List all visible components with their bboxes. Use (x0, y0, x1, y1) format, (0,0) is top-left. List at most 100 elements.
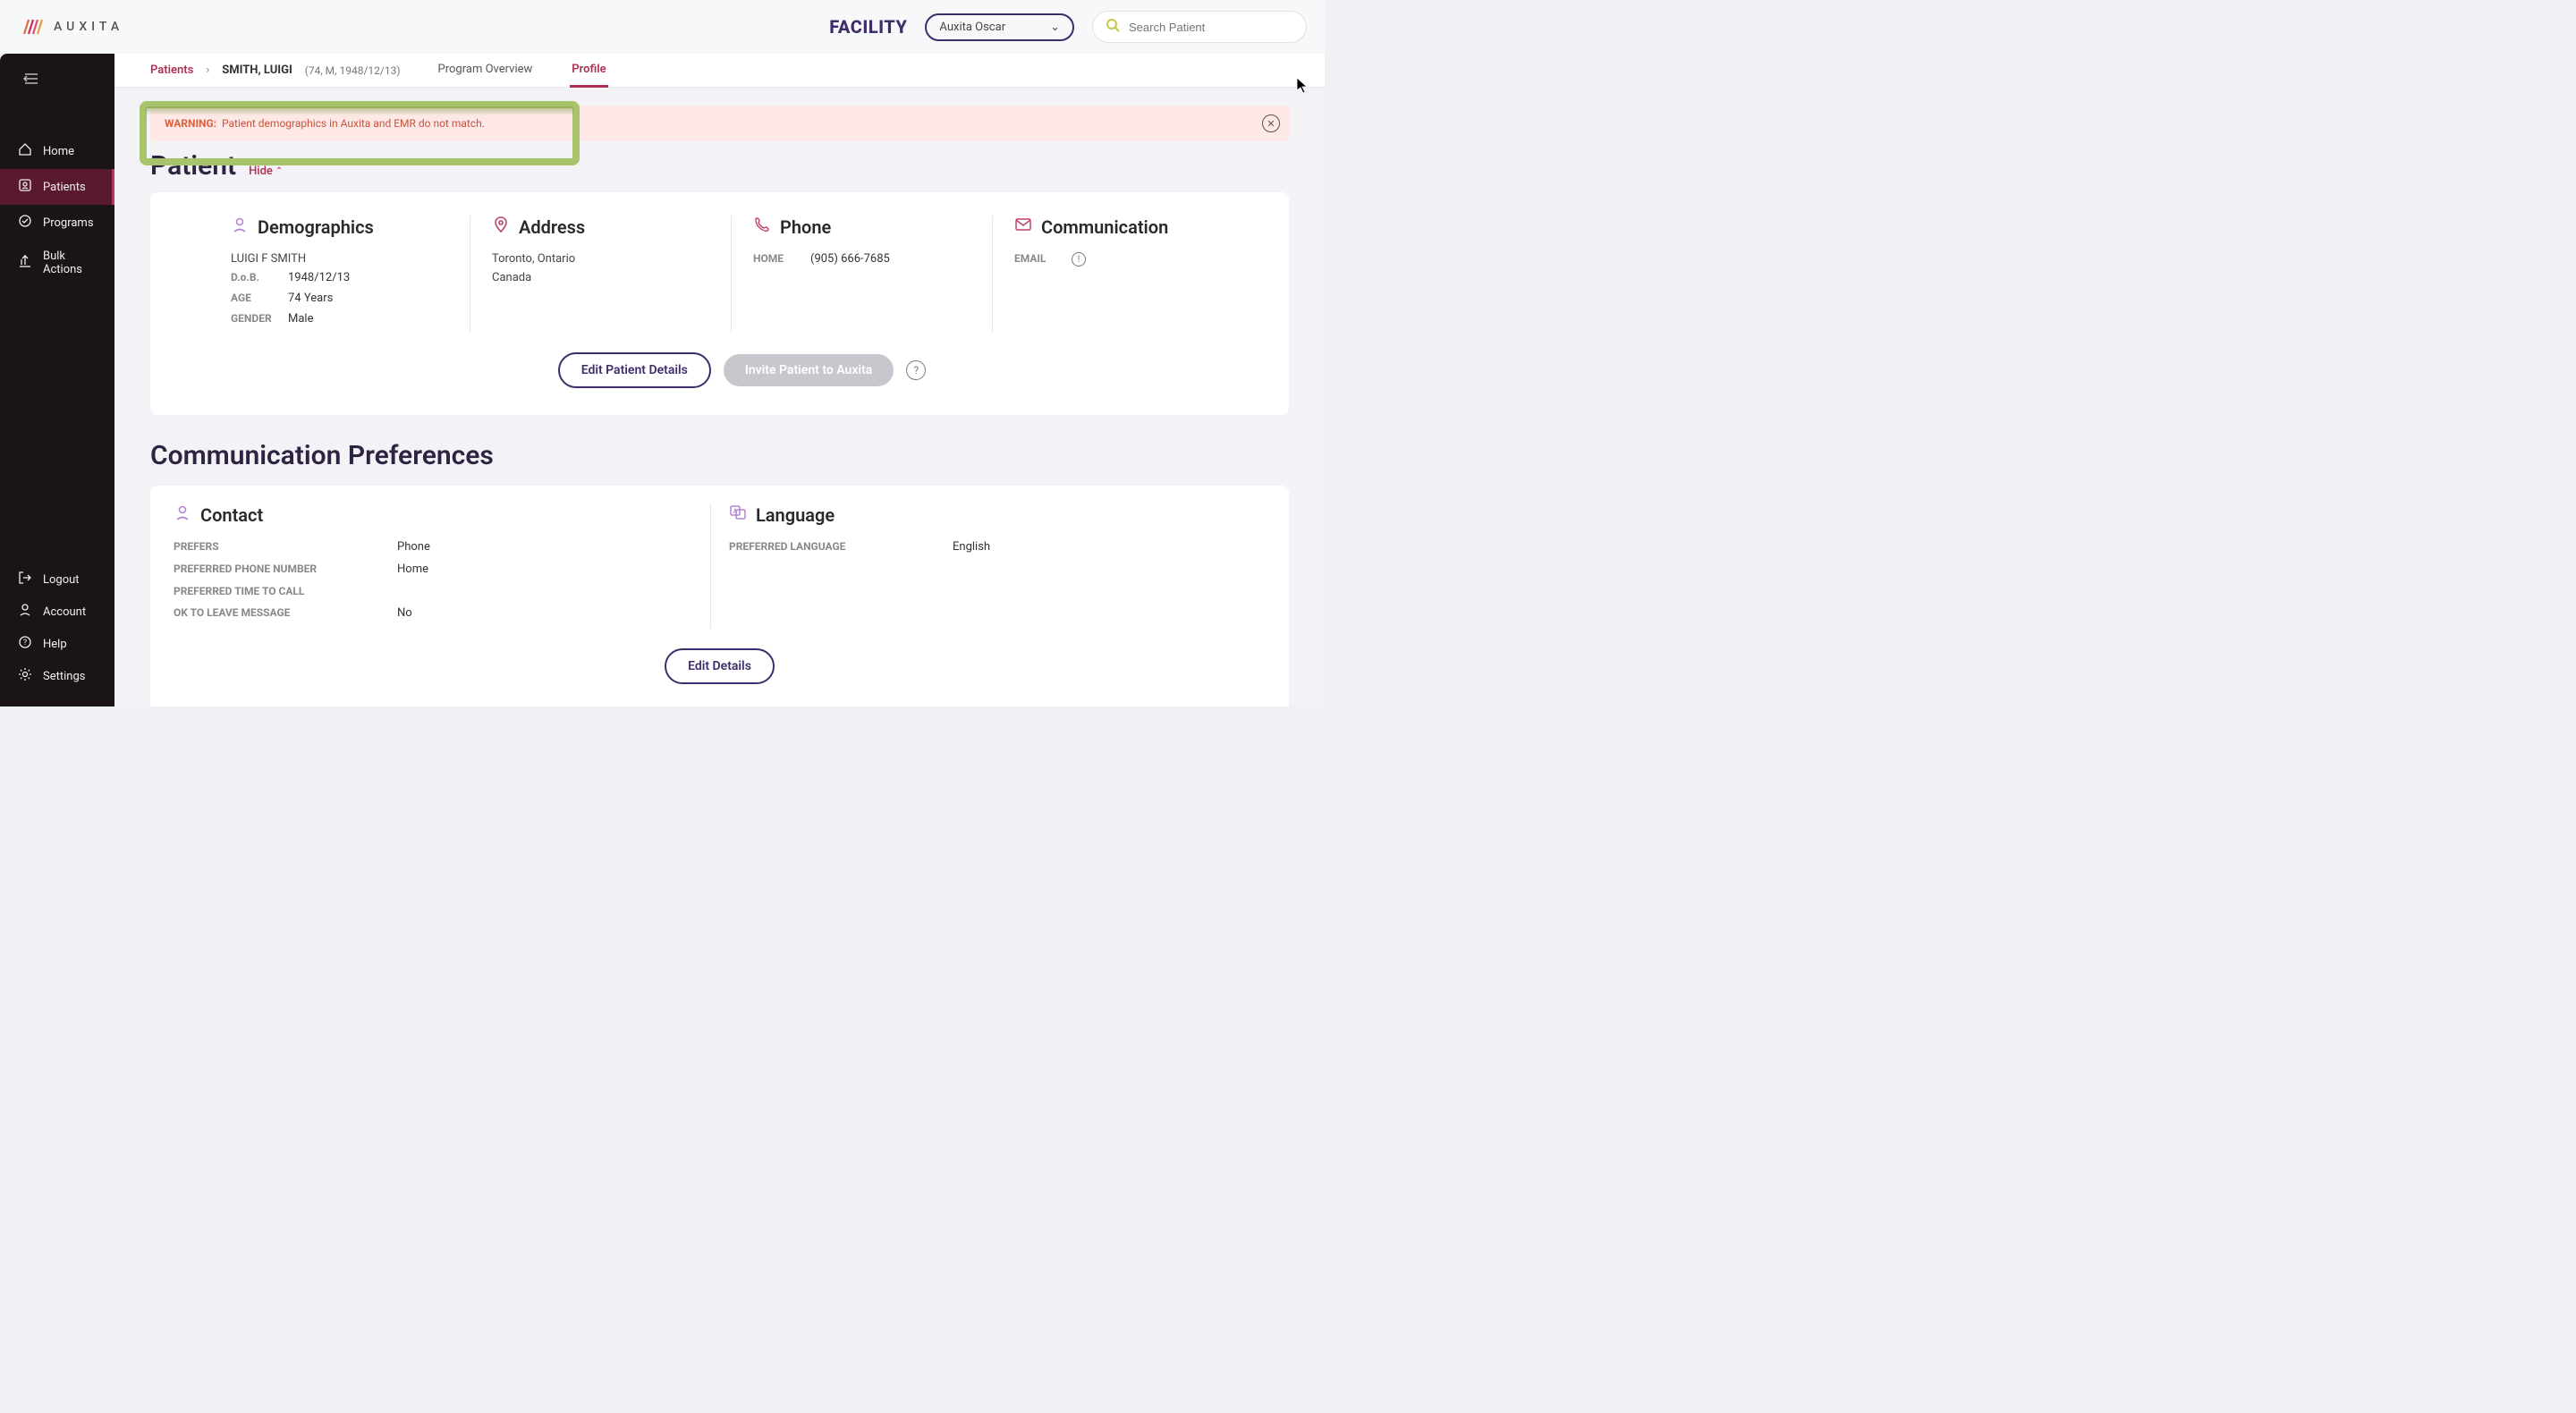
sidebar-item-label: Account (43, 605, 86, 619)
help-icon: ? (18, 635, 32, 653)
content-area: Patients › SMITH, LUIGI (74, M, 1948/12/… (114, 54, 1325, 706)
address-header: Address (492, 216, 709, 238)
sidebar-item-label: Home (43, 145, 74, 158)
person-icon (231, 216, 249, 238)
breadcrumb-patient-meta: (74, M, 1948/12/13) (305, 64, 401, 77)
person-icon (174, 503, 191, 526)
search-input[interactable] (1129, 21, 1293, 34)
mail-icon (1014, 216, 1032, 238)
comm-prefs-title: Communication Preferences (150, 440, 1289, 471)
sidebar-item-help[interactable]: ? Help (0, 628, 114, 660)
pref-lang-row: PREFERRED LANGUAGE English (729, 540, 1248, 554)
breadcrumb-patients-link[interactable]: Patients (150, 63, 193, 77)
svg-text:A: A (733, 508, 738, 515)
tabs: Program Overview Profile (436, 54, 608, 88)
logo-text: AUXITA (54, 20, 123, 34)
phone-column: Phone HOME (905) 666-7685 (732, 216, 993, 333)
alert-icon: ! (1072, 252, 1086, 267)
sidebar-item-label: Programs (43, 216, 94, 230)
tab-program-overview[interactable]: Program Overview (436, 54, 535, 88)
sidebar-item-programs[interactable]: Programs (0, 205, 114, 241)
location-icon (492, 216, 510, 238)
edit-comm-details-button[interactable]: Edit Details (665, 648, 775, 684)
sub-header: Patients › SMITH, LUIGI (74, M, 1948/12/… (114, 54, 1325, 88)
top-header: AUXITA FACILITY Auxita Oscar ⌄ (0, 0, 1325, 54)
patient-card: Demographics LUIGI F SMITH D.o.B. 1948/1… (150, 192, 1289, 415)
address-column: Address Toronto, Ontario Canada (470, 216, 732, 333)
alert-box: WARNING: Patient demographics in Auxita … (150, 106, 1289, 141)
sidebar-item-label: Logout (43, 573, 80, 587)
body-inner: WARNING: Patient demographics in Auxita … (114, 88, 1325, 706)
collapse-sidebar-button[interactable] (0, 54, 114, 106)
sidebar-nav: Home Patients Programs Bulk Actions (0, 133, 114, 285)
language-header: A Language (729, 503, 1248, 526)
logo-icon (21, 16, 47, 38)
alert-warning-label: WARNING: (165, 117, 216, 130)
phone-header: Phone (753, 216, 970, 238)
sidebar-item-logout[interactable]: Logout (0, 563, 114, 596)
communication-header: Communication (1014, 216, 1232, 238)
comm-button-row: Edit Details (174, 648, 1266, 684)
age-field: AGE 74 Years (231, 292, 448, 305)
tab-profile[interactable]: Profile (570, 54, 607, 88)
language-column: A Language PREFERRED LANGUAGE English (711, 503, 1266, 629)
patient-info-grid: Demographics LUIGI F SMITH D.o.B. 1948/1… (231, 216, 1253, 333)
header-right: FACILITY Auxita Oscar ⌄ (829, 11, 1307, 43)
sidebar-item-label: Bulk Actions (43, 250, 97, 276)
breadcrumb-patient-name: SMITH, LUIGI (222, 63, 292, 77)
sidebar-item-label: Patients (43, 181, 86, 194)
close-icon: ✕ (1267, 118, 1275, 130)
edit-patient-details-button[interactable]: Edit Patient Details (558, 352, 711, 388)
phone-icon (753, 216, 771, 238)
ok-msg-row: OK TO LEAVE MESSAGE No (174, 606, 692, 620)
facility-select[interactable]: Auxita Oscar ⌄ (925, 13, 1074, 41)
email-field: EMAIL ! (1014, 252, 1232, 267)
invite-patient-button: Invite Patient to Auxita (724, 354, 894, 386)
sidebar-item-label: Help (43, 638, 67, 651)
sidebar-item-label: Settings (43, 670, 85, 683)
patient-button-row: Edit Patient Details Invite Patient to A… (231, 352, 1253, 388)
language-icon: A (729, 503, 747, 526)
account-icon (18, 603, 32, 621)
logout-icon (18, 571, 32, 588)
communication-column: Communication EMAIL ! (993, 216, 1253, 333)
search-icon (1106, 18, 1120, 36)
gear-icon (18, 667, 32, 685)
svg-text:?: ? (23, 639, 27, 647)
demographics-header: Demographics (231, 216, 448, 238)
bulk-actions-icon (18, 254, 32, 272)
sidebar-item-bulk-actions[interactable]: Bulk Actions (0, 241, 114, 285)
pref-time-row: PREFERRED TIME TO CALL (174, 585, 692, 597)
breadcrumb: Patients › SMITH, LUIGI (74, M, 1948/12/… (150, 63, 401, 77)
comm-prefs-grid: Contact PREFERS Phone PREFERRED PHONE NU… (174, 503, 1266, 629)
patients-icon (18, 178, 32, 196)
sidebar-item-patients[interactable]: Patients (0, 169, 114, 205)
alert-close-button[interactable]: ✕ (1262, 114, 1280, 132)
chevron-down-icon: ⌄ (1050, 21, 1060, 34)
patient-section-header: Patient Hide ⌃ (150, 150, 1289, 182)
sidebar-bottom: Logout Account ? Help Settings (0, 563, 114, 706)
sidebar-item-home[interactable]: Home (0, 133, 114, 169)
patient-section-title: Patient (150, 150, 236, 182)
logo[interactable]: AUXITA (21, 16, 123, 38)
contact-header: Contact (174, 503, 692, 526)
sidebar-item-account[interactable]: Account (0, 596, 114, 628)
pref-phone-row: PREFERRED PHONE NUMBER Home (174, 563, 692, 576)
home-phone-field: HOME (905) 666-7685 (753, 252, 970, 266)
sidebar: Home Patients Programs Bulk Actions Logo… (0, 54, 114, 706)
contact-column: Contact PREFERS Phone PREFERRED PHONE NU… (174, 503, 711, 629)
address-line-1: Toronto, Ontario (492, 252, 709, 266)
collapse-up-icon: ⌃ (275, 166, 283, 176)
invite-help-button[interactable]: ? (906, 360, 926, 380)
chevron-right-icon: › (206, 63, 209, 77)
demographics-column: Demographics LUIGI F SMITH D.o.B. 1948/1… (231, 216, 470, 333)
comm-prefs-card: Contact PREFERS Phone PREFERRED PHONE NU… (150, 486, 1289, 706)
home-icon (18, 142, 32, 160)
comm-prefs-section: Communication Preferences Contact PREFER… (150, 440, 1289, 706)
address-line-2: Canada (492, 271, 709, 284)
alert-row: WARNING: Patient demographics in Auxita … (150, 106, 1289, 141)
prefers-row: PREFERS Phone (174, 540, 692, 554)
sidebar-item-settings[interactable]: Settings (0, 660, 114, 692)
hide-patient-link[interactable]: Hide ⌃ (249, 165, 283, 178)
search-box[interactable] (1092, 11, 1307, 43)
